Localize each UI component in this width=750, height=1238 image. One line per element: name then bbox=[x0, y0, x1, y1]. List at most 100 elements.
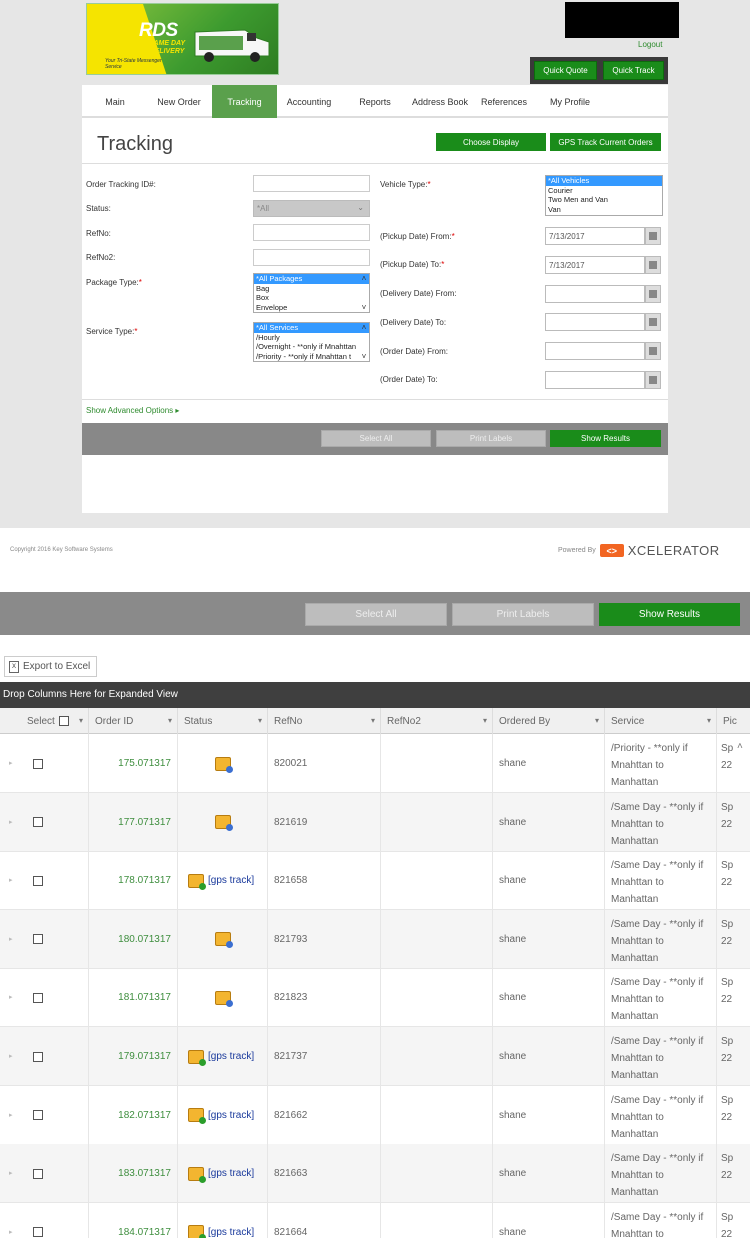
choose-display-button[interactable]: Choose Display bbox=[436, 133, 546, 151]
column-header-status[interactable]: Status ▾ bbox=[178, 708, 268, 734]
select-all-checkbox[interactable] bbox=[58, 716, 69, 726]
calendar-icon[interactable] bbox=[645, 313, 661, 331]
chevron-down-icon[interactable]: ▾ bbox=[707, 716, 711, 725]
order-from-input[interactable] bbox=[545, 342, 645, 360]
column-header-order-id[interactable]: Order ID ▾ bbox=[89, 708, 178, 734]
table-row[interactable]: ▸ 180.071317 821793 shane/Same Day - **only… bbox=[0, 909, 750, 969]
show-results-button[interactable]: Show Results bbox=[550, 430, 661, 447]
nav-main[interactable]: Main bbox=[87, 85, 143, 118]
row-checkbox[interactable] bbox=[33, 758, 43, 769]
column-header-pickup[interactable]: Pic bbox=[717, 708, 750, 734]
rds-logo[interactable]: RDS SAME DAY DELIVERY Your Tri-State Mes… bbox=[86, 3, 279, 75]
vehicle-option[interactable]: *All Vehicles bbox=[546, 176, 662, 186]
table-row[interactable]: ▸ 175.071317 820021 shane/Priority - **only… bbox=[0, 734, 750, 793]
column-header-refno[interactable]: RefNo ▾ bbox=[268, 708, 381, 734]
chevron-down-icon[interactable]: ▾ bbox=[595, 716, 599, 725]
package-option[interactable]: Envelope bbox=[254, 303, 369, 313]
quick-quote-button[interactable]: Quick Quote bbox=[534, 61, 597, 80]
row-checkbox[interactable] bbox=[33, 1227, 43, 1238]
gps-track-link[interactable]: [gps track] bbox=[208, 1227, 254, 1238]
table-row[interactable]: ▸ 181.071317 821823 shane/Same Day - **only… bbox=[0, 968, 750, 1028]
gps-track-link[interactable]: [gps track] bbox=[208, 875, 254, 886]
nav-reports[interactable]: Reports bbox=[350, 85, 400, 118]
table-row[interactable]: ▸ 179.071317 [gps track] 821737 shane/Same D… bbox=[0, 1027, 750, 1086]
vehicle-option[interactable]: Van bbox=[546, 205, 662, 215]
order-id-link[interactable]: 183.071317 bbox=[89, 1144, 178, 1204]
export-to-excel-button[interactable]: X Export to Excel bbox=[4, 656, 97, 677]
package-option[interactable]: *All Packages bbox=[254, 274, 369, 284]
chevron-up-icon[interactable]: ˄ bbox=[362, 274, 367, 283]
row-checkbox[interactable] bbox=[33, 875, 43, 886]
column-header-service[interactable]: Service ▾ bbox=[605, 708, 717, 734]
order-id-link[interactable]: 179.071317 bbox=[89, 1027, 178, 1086]
order-id-link[interactable]: 177.071317 bbox=[89, 792, 178, 852]
order-id-link[interactable]: 180.071317 bbox=[89, 909, 178, 969]
delivery-from-input[interactable] bbox=[545, 285, 645, 303]
service-option[interactable]: /Hourly bbox=[254, 333, 369, 343]
nav-address-book[interactable]: Address Book bbox=[408, 85, 472, 118]
service-option[interactable]: /Overnight - **only if Mnahttan bbox=[254, 342, 369, 352]
chevron-down-icon[interactable]: ▾ bbox=[79, 716, 83, 725]
gps-track-link[interactable]: [gps track] bbox=[208, 1110, 254, 1121]
pickup-from-input[interactable]: 7/13/2017 bbox=[545, 227, 645, 245]
chevron-down-icon[interactable]: ▾ bbox=[483, 716, 487, 725]
service-type-listbox[interactable]: *All Services /Hourly /Overnight - **onl… bbox=[253, 322, 370, 362]
calendar-icon[interactable] bbox=[645, 227, 661, 245]
row-checkbox[interactable] bbox=[33, 817, 43, 828]
print-labels-button[interactable]: Print Labels bbox=[436, 430, 546, 447]
package-option[interactable]: Box bbox=[254, 293, 369, 303]
service-option[interactable]: /Priority - **only if Mnahttan t bbox=[254, 352, 369, 362]
vehicle-option[interactable]: Courier bbox=[546, 186, 662, 196]
chevron-down-icon[interactable]: ▾ bbox=[371, 716, 375, 725]
package-type-listbox[interactable]: *All Packages Bag Box Envelope ˄ ˅ bbox=[253, 273, 370, 313]
order-id-link[interactable]: 175.071317 bbox=[89, 734, 178, 793]
refno2-input[interactable] bbox=[253, 249, 370, 266]
nav-references[interactable]: References bbox=[478, 85, 530, 118]
select-all-button-large[interactable]: Select All bbox=[305, 603, 447, 626]
vehicle-type-listbox[interactable]: *All Vehicles Courier Two Men and Van Va… bbox=[545, 175, 663, 216]
chevron-down-icon[interactable]: ˅ bbox=[362, 303, 367, 312]
status-select[interactable]: *All ⌄ bbox=[253, 200, 370, 217]
refno-input[interactable] bbox=[253, 224, 370, 241]
show-advanced-options-link[interactable]: Show Advanced Options ▸ bbox=[86, 406, 179, 415]
select-all-button[interactable]: Select All bbox=[321, 430, 431, 447]
package-option[interactable]: Bag bbox=[254, 284, 369, 294]
column-header-refno2[interactable]: RefNo2 ▾ bbox=[381, 708, 493, 734]
drop-columns-bar[interactable]: Drop Columns Here for Expanded View bbox=[0, 682, 750, 708]
column-header-select[interactable]: Select ▾ bbox=[0, 708, 89, 734]
pickup-to-input[interactable]: 7/13/2017 bbox=[545, 256, 645, 274]
listbox-scrollbar[interactable]: ˄ ˅ bbox=[359, 323, 369, 361]
gps-track-link[interactable]: [gps track] bbox=[208, 1168, 254, 1179]
order-to-input[interactable] bbox=[545, 371, 645, 389]
calendar-icon[interactable] bbox=[645, 342, 661, 360]
calendar-icon[interactable] bbox=[645, 285, 661, 303]
show-results-button-large[interactable]: Show Results bbox=[599, 603, 740, 626]
chevron-down-icon[interactable]: ˅ bbox=[362, 352, 367, 361]
table-row[interactable]: ▸ 183.071317 [gps track] 821663 shane/Same D… bbox=[0, 1144, 750, 1204]
delivery-to-input[interactable] bbox=[545, 313, 645, 331]
chevron-up-icon[interactable]: ˄ bbox=[362, 323, 367, 332]
chevron-down-icon[interactable]: ▾ bbox=[168, 716, 172, 725]
chevron-down-icon[interactable]: ▾ bbox=[258, 716, 262, 725]
nav-new-order[interactable]: New Order bbox=[150, 85, 208, 118]
calendar-icon[interactable] bbox=[645, 256, 661, 274]
order-id-link[interactable]: 178.071317 bbox=[89, 851, 178, 911]
row-checkbox[interactable] bbox=[33, 992, 43, 1003]
table-row[interactable]: ▸ 182.071317 [gps track] 821662 shane/Same D… bbox=[0, 1085, 750, 1145]
quick-track-button[interactable]: Quick Track bbox=[602, 61, 664, 80]
nav-tracking[interactable]: Tracking bbox=[212, 85, 277, 118]
logout-link[interactable]: Logout bbox=[638, 40, 662, 49]
scroll-up-icon[interactable]: ˄ bbox=[737, 741, 743, 752]
service-option[interactable]: *All Services bbox=[254, 323, 369, 333]
order-tracking-id-input[interactable] bbox=[253, 175, 370, 192]
table-row[interactable]: ▸ 184.071317 [gps track] 821664 shane/Same D… bbox=[0, 1202, 750, 1238]
table-row[interactable]: ▸ 178.071317 [gps track] 821658 shane/Same D… bbox=[0, 851, 750, 911]
order-id-link[interactable]: 182.071317 bbox=[89, 1085, 178, 1145]
vehicle-option[interactable]: Two Men and Van bbox=[546, 195, 662, 205]
listbox-scrollbar[interactable]: ˄ ˅ bbox=[359, 274, 369, 312]
order-id-link[interactable]: 184.071317 bbox=[89, 1202, 178, 1238]
row-checkbox[interactable] bbox=[33, 1110, 43, 1121]
table-row[interactable]: ▸ 177.071317 821619 shane/Same Day - **only… bbox=[0, 792, 750, 852]
row-checkbox[interactable] bbox=[33, 934, 43, 945]
calendar-icon[interactable] bbox=[645, 371, 661, 389]
